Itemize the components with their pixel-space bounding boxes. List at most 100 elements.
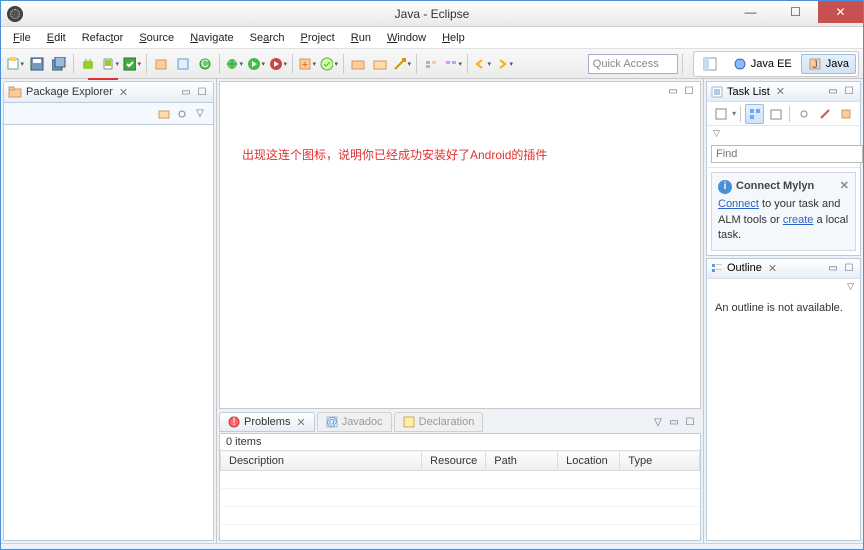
view-menu-button[interactable]: ▽ bbox=[193, 107, 207, 121]
tab-declaration[interactable]: Declaration bbox=[394, 412, 484, 432]
new-java-element-button[interactable]: + bbox=[297, 54, 317, 74]
outline-close[interactable]: ✕ bbox=[768, 262, 777, 275]
main-toolbar: C + Quick Access Java EE JJava bbox=[1, 49, 863, 79]
outline-min[interactable]: ▭ bbox=[826, 261, 840, 275]
problems-table[interactable]: Description Resource Path Location Type bbox=[220, 450, 700, 525]
window-title: Java - Eclipse bbox=[395, 7, 470, 21]
package-explorer-body[interactable] bbox=[3, 125, 214, 541]
android-lint-button[interactable] bbox=[122, 54, 142, 74]
outline-view: Outline ✕ ▭☐ ▽ An outline is not availab… bbox=[706, 258, 861, 541]
close-button[interactable]: ✕ bbox=[818, 1, 863, 23]
package-explorer-close[interactable]: ✕ bbox=[119, 86, 128, 99]
task-list-icon bbox=[711, 86, 723, 98]
forward-button[interactable] bbox=[494, 54, 514, 74]
open-perspective-button[interactable] bbox=[696, 54, 724, 74]
outline-max[interactable]: ☐ bbox=[842, 261, 856, 275]
package-explorer-toolbar: ▽ bbox=[3, 103, 214, 125]
mylyn-connect-link[interactable]: Connect bbox=[718, 198, 759, 210]
tasklist-max[interactable]: ☐ bbox=[842, 85, 856, 99]
menu-search[interactable]: Search bbox=[242, 30, 293, 46]
back-button[interactable] bbox=[472, 54, 492, 74]
editor-minimize-button[interactable]: ▭ bbox=[666, 84, 680, 98]
scheduled-button[interactable] bbox=[766, 104, 785, 124]
categorized-button[interactable] bbox=[745, 104, 764, 124]
tab-problems[interactable]: ! Problems✕ bbox=[219, 412, 315, 432]
mylyn-close[interactable]: ✕ bbox=[840, 179, 849, 194]
perspective-java[interactable]: JJava bbox=[801, 54, 856, 74]
table-row bbox=[221, 489, 700, 507]
open-type-button[interactable] bbox=[319, 54, 339, 74]
menu-project[interactable]: Project bbox=[293, 30, 343, 46]
android-avd-button[interactable] bbox=[100, 54, 120, 74]
tasklist-min[interactable]: ▭ bbox=[826, 85, 840, 99]
focus-button[interactable] bbox=[794, 104, 813, 124]
problems-count: 0 items bbox=[220, 434, 700, 450]
task-view-menu[interactable]: ▽ bbox=[707, 126, 860, 141]
minimize-button[interactable]: — bbox=[728, 1, 773, 23]
window-controls: — ☐ ✕ bbox=[728, 1, 863, 23]
collapse-all-button[interactable] bbox=[157, 107, 171, 121]
col-type[interactable]: Type bbox=[620, 451, 700, 471]
annotation-button[interactable] bbox=[392, 54, 412, 74]
new-button[interactable] bbox=[5, 54, 25, 74]
col-path[interactable]: Path bbox=[486, 451, 558, 471]
problems-view-menu[interactable]: ▽ bbox=[651, 415, 665, 429]
menu-navigate[interactable]: Navigate bbox=[182, 30, 241, 46]
table-row bbox=[221, 471, 700, 489]
minimize-view-button[interactable]: ▭ bbox=[179, 85, 193, 99]
mylyn-title: Connect Mylyn bbox=[736, 179, 814, 194]
android-sdk-button[interactable] bbox=[78, 54, 98, 74]
problems-minimize[interactable]: ▭ bbox=[667, 415, 681, 429]
menu-edit[interactable]: Edit bbox=[39, 30, 74, 46]
menu-source[interactable]: Source bbox=[131, 30, 182, 46]
problems-maximize[interactable]: ☐ bbox=[683, 415, 697, 429]
new-class-button[interactable]: C bbox=[195, 54, 215, 74]
package-explorer-header: Package Explorer ✕ ▭ ☐ bbox=[3, 81, 214, 103]
maximize-button[interactable]: ☐ bbox=[773, 1, 818, 23]
perspective-javaee[interactable]: Java EE bbox=[726, 54, 799, 74]
svg-text:@: @ bbox=[326, 416, 337, 428]
quick-access-input[interactable]: Quick Access bbox=[588, 54, 678, 74]
run-button[interactable] bbox=[246, 54, 266, 74]
new-task-button[interactable] bbox=[711, 104, 730, 124]
svg-text:J: J bbox=[812, 59, 818, 71]
menu-window[interactable]: Window bbox=[379, 30, 434, 46]
maximize-view-button[interactable]: ☐ bbox=[195, 85, 209, 99]
col-location[interactable]: Location bbox=[558, 451, 620, 471]
package-explorer-view: Package Explorer ✕ ▭ ☐ ▽ bbox=[1, 79, 217, 543]
task-find-row: ▸ All ▸ Activ... bbox=[707, 141, 860, 168]
search-button[interactable] bbox=[370, 54, 390, 74]
tab-javadoc[interactable]: @ Javadoc bbox=[317, 412, 392, 432]
col-resource[interactable]: Resource bbox=[422, 451, 486, 471]
outline-view-menu[interactable]: ▽ bbox=[707, 279, 860, 294]
new-package-button[interactable] bbox=[173, 54, 193, 74]
new-java-project-button[interactable] bbox=[151, 54, 171, 74]
open-task-button[interactable] bbox=[348, 54, 368, 74]
editor-maximize-button[interactable]: ☐ bbox=[682, 84, 696, 98]
link-editor-button[interactable] bbox=[175, 107, 189, 121]
toggle-breadcrumb-button[interactable] bbox=[421, 54, 441, 74]
info-icon: i bbox=[718, 180, 732, 194]
save-button[interactable] bbox=[27, 54, 47, 74]
task-list-close[interactable]: ✕ bbox=[776, 85, 785, 98]
eclipse-icon bbox=[7, 6, 23, 22]
run-last-button[interactable] bbox=[268, 54, 288, 74]
mylyn-create-link[interactable]: create bbox=[783, 214, 814, 226]
problems-close[interactable]: ✕ bbox=[296, 416, 305, 429]
menu-help[interactable]: Help bbox=[434, 30, 473, 46]
save-all-button[interactable] bbox=[49, 54, 69, 74]
outline-title: Outline bbox=[727, 262, 762, 274]
synch-button[interactable] bbox=[837, 104, 856, 124]
menu-refactor[interactable]: Refactor bbox=[74, 30, 132, 46]
menu-file[interactable]: File bbox=[5, 30, 39, 46]
debug-button[interactable] bbox=[224, 54, 244, 74]
editor-area[interactable]: 出现这连个图标，说明你已经成功安装好了Android的插件 ▭ ☐ bbox=[219, 81, 701, 409]
svg-text:C: C bbox=[201, 58, 209, 70]
pin-editor-button[interactable] bbox=[443, 54, 463, 74]
annotation-text: 出现这连个图标，说明你已经成功安装好了Android的插件 bbox=[242, 146, 547, 163]
hide-button[interactable] bbox=[816, 104, 835, 124]
task-find-input[interactable] bbox=[711, 145, 863, 163]
annotation-underline bbox=[88, 78, 118, 80]
col-description[interactable]: Description bbox=[221, 451, 422, 471]
menu-run[interactable]: Run bbox=[343, 30, 379, 46]
